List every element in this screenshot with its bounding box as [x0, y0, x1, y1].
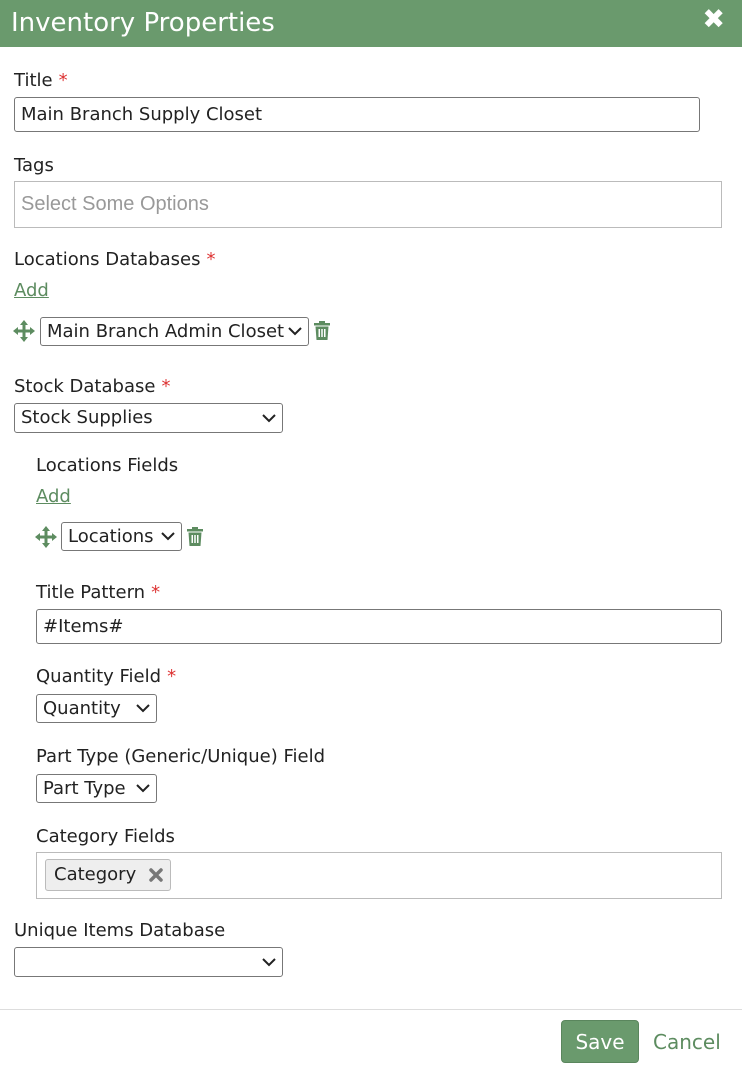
unique-items-database-label: Unique Items Database: [14, 920, 226, 941]
footer-divider: [0, 1009, 742, 1010]
title-pattern-label: Title Pattern *: [36, 582, 160, 604]
locations-databases-label: Locations Databases *: [14, 249, 216, 271]
locations-field-select-value: Locations: [68, 526, 154, 547]
locations-field-select[interactable]: Locations: [61, 522, 182, 551]
stock-database-select-value: Stock Supplies: [21, 407, 153, 428]
part-type-field-select[interactable]: Part Type: [36, 774, 157, 803]
required-mark: *: [58, 70, 68, 91]
part-type-field-select-value: Part Type: [43, 778, 126, 799]
chevron-down-icon: [262, 948, 276, 976]
chevron-down-icon: [136, 695, 150, 722]
quantity-field-label: Quantity Field *: [36, 666, 176, 688]
required-mark: *: [206, 249, 216, 270]
add-locations-field-link[interactable]: Add: [36, 486, 71, 508]
required-mark: *: [167, 666, 177, 687]
dialog-header: Inventory Properties ✖: [0, 0, 742, 47]
quantity-field-select-value: Quantity: [43, 698, 121, 719]
part-type-field-label: Part Type (Generic/Unique) Field: [36, 746, 325, 767]
category-fields-input[interactable]: Category: [36, 852, 722, 899]
title-label-text: Title: [14, 70, 53, 91]
title-pattern-label-text: Title Pattern: [36, 582, 146, 603]
category-fields-label: Category Fields: [36, 826, 175, 847]
title-pattern-input[interactable]: [36, 609, 722, 644]
title-label: Title *: [14, 70, 68, 92]
cancel-button[interactable]: Cancel: [653, 1030, 721, 1054]
quantity-field-label-text: Quantity Field: [36, 666, 162, 687]
chevron-down-icon: [136, 775, 150, 802]
move-icon[interactable]: [13, 320, 35, 342]
trash-icon[interactable]: [314, 321, 330, 340]
chevron-down-icon: [161, 523, 175, 550]
tags-input[interactable]: [14, 181, 722, 228]
locations-fields-label: Locations Fields: [36, 455, 179, 476]
tags-label: Tags: [14, 155, 54, 176]
add-locations-database-link[interactable]: Add: [14, 280, 49, 302]
dialog-title: Inventory Properties: [11, 8, 275, 38]
required-mark: *: [161, 376, 171, 397]
chevron-down-icon: [262, 404, 276, 432]
save-button[interactable]: Save: [561, 1020, 639, 1063]
category-chip-label: Category: [54, 864, 137, 885]
locations-databases-label-text: Locations Databases: [14, 249, 201, 270]
locations-database-select-value: Main Branch Admin Closet: [47, 321, 285, 342]
unique-items-database-select[interactable]: [14, 947, 283, 977]
title-input[interactable]: [14, 97, 700, 132]
close-icon[interactable]: ✖: [702, 6, 725, 34]
stock-database-select[interactable]: Stock Supplies: [14, 403, 283, 433]
quantity-field-select[interactable]: Quantity: [36, 694, 157, 723]
locations-database-select[interactable]: Main Branch Admin Closet: [40, 317, 309, 346]
stock-database-label: Stock Database *: [14, 376, 170, 398]
stock-database-label-text: Stock Database: [14, 376, 156, 397]
required-mark: *: [151, 582, 161, 603]
move-icon[interactable]: [35, 526, 57, 548]
chevron-down-icon: [288, 318, 302, 345]
trash-icon[interactable]: [187, 527, 203, 546]
category-chip: Category: [45, 859, 172, 891]
remove-chip-icon[interactable]: [148, 860, 164, 890]
